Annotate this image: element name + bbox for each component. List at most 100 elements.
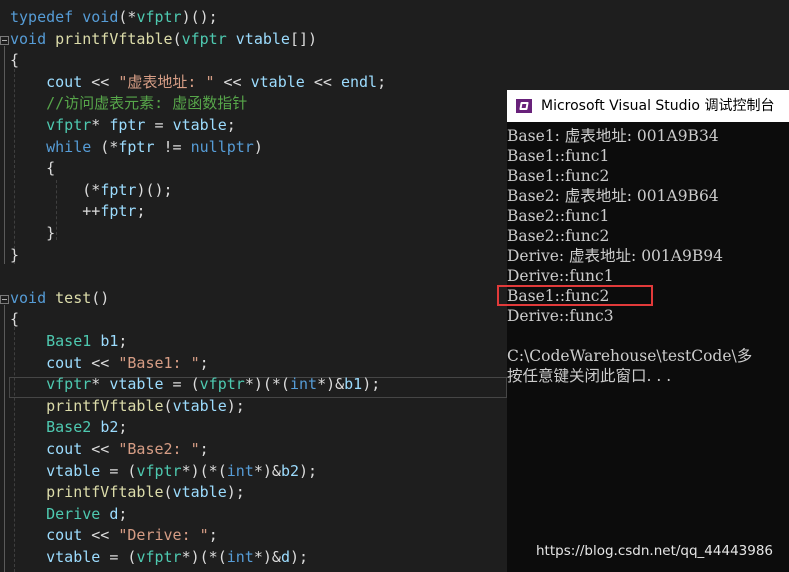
- code-token: (: [163, 483, 173, 502]
- code-token: "Derive: ": [118, 526, 209, 545]
- code-token: ): [253, 137, 263, 156]
- code-line[interactable]: Base2 b2;: [10, 417, 127, 438]
- code-line[interactable]: vtable = (vfptr*)(*(int*)&d);: [10, 547, 308, 568]
- code-token: "虚表地址: ": [118, 72, 215, 91]
- code-line[interactable]: //访问虚表元素: 虚函数指针: [10, 93, 247, 114]
- code-token: endl: [340, 72, 378, 91]
- console-line: Base2::func1: [507, 207, 610, 225]
- console-line: Derive::func3: [507, 307, 614, 325]
- code-line[interactable]: vfptr* vtable = (vfptr*)(*(int*)&b1);: [10, 374, 380, 395]
- code-token: "Base1: ": [118, 353, 200, 372]
- code-line[interactable]: printfVftable(vtable);: [10, 396, 245, 417]
- code-token: //访问虚表元素: 虚函数指针: [46, 94, 248, 113]
- code-token: vfptr: [181, 29, 227, 48]
- collapse-icon[interactable]: [0, 295, 9, 304]
- code-line[interactable]: (*fptr)();: [10, 180, 173, 201]
- code-token: b1: [344, 375, 363, 394]
- code-line[interactable]: {: [10, 309, 19, 330]
- code-token: d: [280, 548, 290, 566]
- code-token: }: [10, 224, 56, 242]
- code-token: int: [226, 548, 254, 566]
- code-token: []): [289, 29, 318, 48]
- code-line[interactable]: Derive d;: [10, 504, 127, 525]
- code-token: int: [289, 375, 318, 394]
- code-token: );: [362, 375, 381, 394]
- console-title: Microsoft Visual Studio 调试控制台: [541, 98, 775, 114]
- code-line[interactable]: cout << "Base1: ";: [10, 353, 209, 374]
- code-token: vtable: [109, 375, 164, 394]
- console-title-bar[interactable]: Microsoft Visual Studio 调试控制台: [507, 90, 789, 122]
- code-token: );: [289, 548, 309, 566]
- console-line: Derive: 虚表地址: 001A9B94: [507, 247, 723, 265]
- code-line[interactable]: }: [10, 245, 19, 266]
- code-token: vtable: [235, 29, 290, 48]
- code-line[interactable]: ++fptr;: [10, 201, 145, 222]
- code-token: ++: [10, 202, 101, 221]
- code-token: test: [55, 288, 92, 307]
- code-line[interactable]: {: [10, 158, 55, 179]
- code-token: ;: [377, 72, 387, 91]
- code-line[interactable]: while (*fptr != nullptr): [10, 137, 263, 158]
- watermark-text: https://blog.csdn.net/qq_44443986: [536, 543, 774, 559]
- code-token: vtable: [172, 116, 227, 134]
- collapse-icon[interactable]: [0, 36, 9, 45]
- code-token: Derive: [46, 504, 101, 523]
- code-token: <<: [82, 526, 119, 545]
- code-token: vtable: [46, 461, 101, 480]
- code-token: *)&: [253, 548, 281, 566]
- code-token: *: [91, 116, 110, 134]
- debug-console-window[interactable]: Microsoft Visual Studio 调试控制台 Base1: 虚表地…: [507, 90, 789, 572]
- code-token: printfVftable: [46, 483, 164, 502]
- code-token: }: [10, 245, 20, 264]
- code-line[interactable]: Base1 b1;: [10, 331, 127, 352]
- code-token: (): [91, 288, 110, 307]
- code-line[interactable]: typedef void(*vfptr)();: [10, 7, 218, 28]
- code-token: vfptr: [136, 461, 182, 480]
- code-token: )();: [136, 180, 173, 199]
- console-line: Base1: 虚表地址: 001A9B34: [507, 127, 719, 145]
- code-token: cout: [46, 72, 83, 91]
- code-line[interactable]: cout << "Base2: ";: [10, 439, 209, 460]
- code-token: cout: [46, 353, 83, 372]
- code-token: )();: [181, 8, 218, 26]
- code-line[interactable]: cout << "Derive: ";: [10, 525, 218, 546]
- code-token: =: [145, 116, 173, 134]
- code-line[interactable]: printfVftable(vtable);: [10, 482, 245, 503]
- code-token: *)(*(: [181, 461, 227, 480]
- code-token: = (: [100, 548, 137, 566]
- fold-line: [4, 46, 5, 264]
- code-token: );: [226, 396, 245, 415]
- code-token: *: [91, 375, 110, 394]
- code-line[interactable]: cout << "虚表地址: " << vtable << endl;: [10, 72, 386, 93]
- code-line[interactable]: vfptr* fptr = vtable;: [10, 115, 236, 136]
- code-token: void: [10, 288, 47, 307]
- code-token: fptr: [118, 137, 155, 156]
- code-line[interactable]: void printfVftable(vfptr vtable[]): [10, 29, 317, 50]
- code-token: <<: [214, 72, 251, 91]
- code-line[interactable]: vtable = (vfptr*)(*(int*)&b2);: [10, 461, 317, 482]
- code-token: cout: [46, 526, 83, 545]
- console-line: C:\CodeWarehouse\testCode\多: [507, 347, 753, 365]
- code-token: typedef: [10, 8, 74, 26]
- code-token: (*: [10, 180, 101, 199]
- code-line[interactable]: void test(): [10, 288, 109, 309]
- code-token: vtable: [172, 396, 227, 415]
- highlight-annotation-box: [497, 285, 653, 306]
- code-line[interactable]: {: [10, 50, 19, 71]
- code-token: ;: [199, 353, 209, 372]
- code-token: <<: [82, 440, 119, 458]
- code-line[interactable]: }: [10, 223, 55, 244]
- code-token: <<: [82, 353, 119, 372]
- code-token: vtable: [172, 483, 227, 502]
- code-token: Base2: [46, 418, 92, 437]
- code-token: (*: [118, 8, 137, 26]
- visual-studio-icon: [516, 99, 532, 113]
